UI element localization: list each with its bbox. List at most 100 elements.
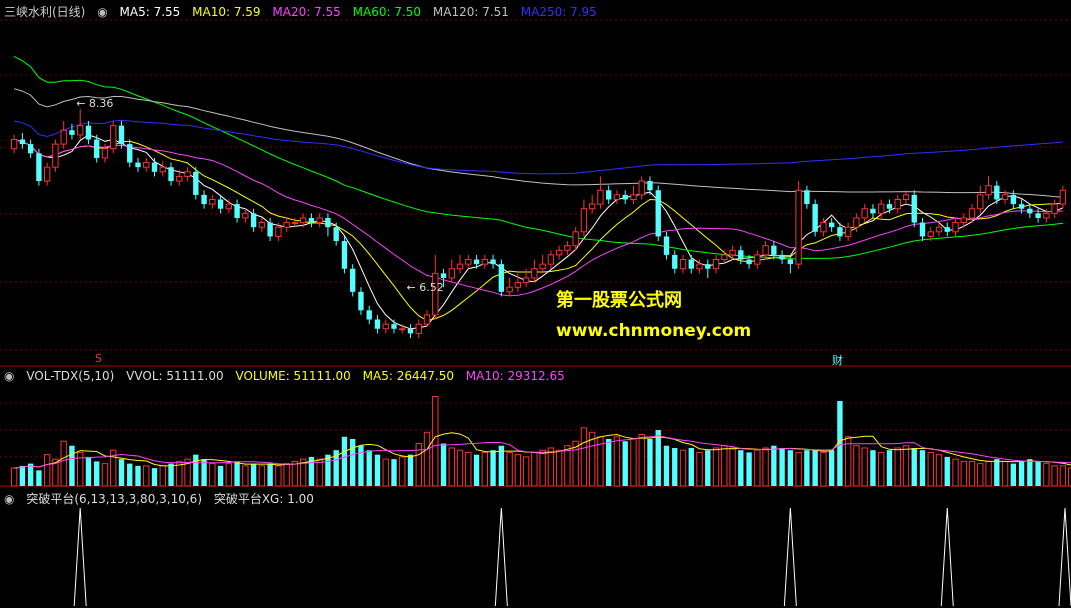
candle-body [580, 208, 588, 233]
candle-body [539, 263, 546, 270]
volume-bar [630, 438, 637, 487]
volume-bar [738, 450, 744, 486]
candle-body [341, 241, 348, 269]
candle-body [374, 319, 381, 329]
candle-body [771, 245, 777, 255]
candle-body [448, 268, 455, 279]
candle-body [729, 249, 736, 256]
candle-body [960, 217, 967, 224]
candle-body [638, 180, 645, 196]
candle-body [588, 203, 596, 210]
candle-body [606, 190, 612, 200]
signal-xg-label: 突破平台XG: 1.00 [213, 492, 314, 506]
candle-body [952, 222, 959, 233]
candle-body [258, 222, 266, 228]
volume-bar [101, 463, 109, 487]
candle-body [176, 175, 183, 182]
volume-bar [828, 450, 835, 486]
volume-bar [234, 461, 240, 486]
volume-label: VOLUME: 51111.00 [235, 369, 351, 383]
volume-bar [927, 451, 934, 487]
ma250-label: MA250: 7.95 [520, 5, 597, 19]
candle-body [522, 277, 530, 284]
event-marker-finance[interactable]: 财 [832, 352, 843, 368]
volume-bar [10, 467, 18, 487]
volume-bar [688, 447, 694, 486]
volume-bar [1018, 461, 1025, 486]
high-price-label: ← 8.36 [76, 97, 113, 110]
candle-body [564, 245, 571, 251]
candle-body [861, 208, 868, 219]
candle-body [837, 227, 843, 237]
volume-bar [952, 458, 959, 487]
main-panel-header: 三峡水利(日线) ◉ MA5: 7.55 MA10: 7.59 MA20: 7.… [4, 3, 605, 19]
candle-body [118, 125, 125, 145]
volume-bar [85, 456, 92, 486]
stock-title[interactable]: 三峡水利(日线) [4, 5, 85, 19]
volume-bar [391, 459, 397, 486]
candle-body [283, 222, 290, 228]
candle-body [572, 231, 579, 247]
candle-body [382, 323, 389, 330]
volume-bar [539, 449, 546, 487]
volume-bar [490, 450, 496, 486]
volume-bar [275, 465, 282, 487]
volume-bar [225, 463, 233, 487]
candle-body [308, 217, 315, 223]
candle-body [43, 166, 51, 182]
volume-bar [994, 459, 1000, 486]
volume-bar [795, 451, 802, 487]
candle-body [688, 259, 694, 269]
candle-body [481, 259, 489, 265]
candle-body [1051, 203, 1058, 214]
volume-bar [358, 445, 364, 486]
candle-body [299, 217, 307, 224]
volume-bar [555, 449, 563, 487]
candle-body [440, 273, 447, 278]
volume-bar [69, 445, 75, 486]
volume-bar [1035, 461, 1041, 486]
volume-bar [968, 460, 976, 487]
volume-bar [168, 463, 174, 486]
signal-spike [940, 507, 954, 607]
candle-body [531, 268, 538, 279]
signal-panel-header: ◉ 突破平台(6,13,13,3,80,3,10,6) 突破平台XG: 1.00 [4, 490, 322, 506]
volume-bar [456, 449, 464, 487]
candle-body [473, 259, 480, 265]
volume-bar [514, 454, 522, 487]
volume-bar [94, 461, 100, 486]
volume-indicator-name[interactable]: VOL-TDX(5,10) [26, 369, 114, 383]
volume-bar [522, 456, 530, 487]
volume-bar [902, 445, 910, 487]
candle-body [886, 204, 893, 209]
candle-body [812, 204, 818, 232]
volume-bar [1051, 465, 1058, 487]
candle-body [1001, 194, 1009, 200]
settings-gear-icon[interactable]: ◉ [97, 5, 107, 19]
volume-bar [712, 447, 720, 487]
volume-bar [283, 463, 290, 487]
settings-gear-icon[interactable]: ◉ [4, 492, 14, 506]
candle-body [746, 259, 752, 265]
candle-body [696, 263, 703, 270]
candle-body [101, 148, 109, 159]
volume-bar [861, 447, 868, 487]
volume-bar [143, 465, 150, 487]
settings-gear-icon[interactable]: ◉ [4, 369, 14, 383]
volume-bar [258, 465, 266, 487]
volume-bar [663, 445, 670, 486]
candle-body [110, 125, 117, 150]
volume-bar [580, 427, 588, 487]
candle-body [820, 222, 827, 233]
volume-bar [341, 436, 348, 486]
candle-body [135, 162, 141, 168]
volume-bar [193, 454, 199, 486]
volume-bar [944, 456, 950, 486]
volume-bar [729, 447, 736, 487]
candle-body [184, 171, 191, 177]
signal-indicator-name[interactable]: 突破平台(6,13,13,3,80,3,10,6) [26, 492, 202, 506]
volume-bar [911, 447, 917, 486]
event-marker-s[interactable]: S [95, 352, 102, 365]
volume-bar [672, 447, 678, 486]
volume-bar [481, 451, 489, 487]
